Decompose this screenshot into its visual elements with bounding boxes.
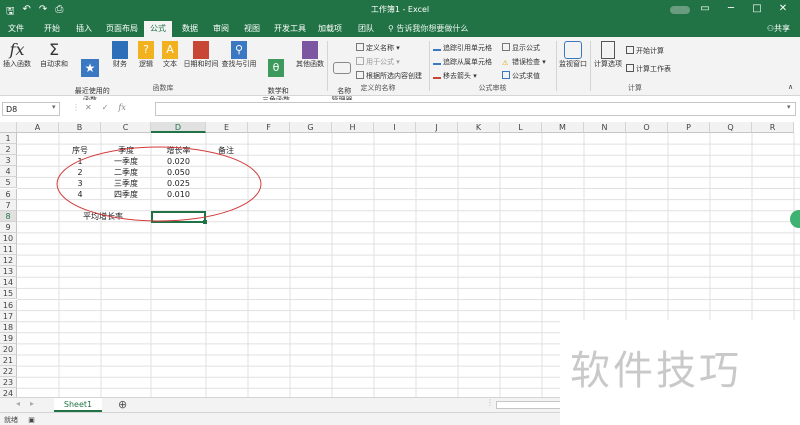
- sheet-tab-sheet1[interactable]: Sheet1: [54, 398, 102, 412]
- theta-book-icon: θ: [268, 59, 284, 77]
- create-from-selection-button[interactable]: 根据所选内容创建: [356, 71, 422, 81]
- group-separator: [590, 41, 591, 91]
- collapse-ribbon-icon[interactable]: ∧: [788, 83, 793, 91]
- book-icon: [112, 41, 128, 59]
- tab-file[interactable]: 文件: [8, 23, 24, 34]
- star-icon: ★: [81, 59, 99, 77]
- tab-developer[interactable]: 开发工具: [274, 23, 306, 34]
- show-formulas-icon: [502, 43, 510, 51]
- cancel-formula-button[interactable]: ✕: [85, 103, 92, 112]
- next-sheet-icon[interactable]: ▸: [30, 399, 34, 408]
- define-name-button[interactable]: 定义名称 ▾: [356, 43, 400, 53]
- fx-icon: fx: [9, 40, 25, 59]
- window-controls: ▭ ─ □ ✕: [692, 3, 796, 14]
- show-formulas-button[interactable]: 显示公式: [502, 43, 540, 53]
- watch-window-button[interactable]: 监视窗口: [557, 41, 589, 69]
- tab-review[interactable]: 审阅: [213, 23, 229, 34]
- sheet-scroll-divider[interactable]: ⋮: [486, 398, 494, 407]
- use-in-formula-button[interactable]: 用于公式 ▾: [356, 57, 400, 67]
- binoculars-icon: [564, 41, 582, 59]
- formula-icon: [356, 57, 364, 65]
- enter-formula-button[interactable]: ✓: [102, 103, 109, 112]
- remove-arrows-icon: [433, 71, 441, 79]
- arrow-precedents-icon: [433, 43, 441, 51]
- minimize-icon[interactable]: ─: [718, 3, 744, 14]
- grid-icon: [356, 71, 364, 79]
- trace-precedents-button[interactable]: 追踪引用单元格: [433, 43, 492, 53]
- sigma-icon: Σ: [48, 40, 60, 59]
- evaluate-icon: [502, 71, 510, 79]
- calendar-icon: [193, 41, 209, 59]
- date-time-button[interactable]: 日期和时间: [182, 41, 220, 69]
- question-book-icon: ?: [138, 41, 154, 59]
- group-label-function-library: 函数库: [152, 84, 174, 92]
- text-button[interactable]: A 文本: [160, 41, 180, 69]
- more-functions-button[interactable]: 其他函数: [294, 41, 326, 69]
- calculator-icon: [601, 41, 615, 59]
- prev-sheet-icon[interactable]: ◂: [16, 399, 20, 408]
- group-label-formula-auditing: 公式审核: [478, 84, 507, 92]
- logical-button[interactable]: ? 逻辑: [136, 41, 156, 69]
- lookup-reference-button[interactable]: ⚲ 查找与引用: [220, 41, 258, 69]
- tab-home[interactable]: 开始: [44, 23, 60, 34]
- tag-icon: [356, 43, 364, 51]
- close-icon[interactable]: ✕: [770, 3, 796, 14]
- formula-input[interactable]: [155, 102, 796, 116]
- tab-page-layout[interactable]: 页面布局: [106, 23, 138, 34]
- share-button[interactable]: ⚇共享: [767, 23, 790, 34]
- ribbon: fx 插入函数 Σ 自动求和 ★ 最近使用的 函数 财务 ? 逻辑 A 文本 日…: [0, 37, 800, 104]
- horizontal-scrollbar[interactable]: [496, 401, 566, 409]
- calculate-sheet-button[interactable]: 计算工作表: [626, 64, 671, 74]
- maximize-icon[interactable]: □: [744, 3, 770, 14]
- calc-sheet-icon: [626, 64, 634, 72]
- formula-bar: D8 ▾ ⋮ ✕ ✓ fx ▾: [0, 100, 800, 118]
- group-label-calculation: 计算: [628, 84, 642, 92]
- text-book-icon: A: [162, 41, 178, 59]
- group-label-defined-names: 定义的名称: [360, 84, 396, 92]
- watermark-text: 软件技巧: [570, 348, 742, 394]
- evaluate-formula-button[interactable]: 公式求值: [502, 71, 540, 81]
- autosum-button[interactable]: Σ 自动求和: [38, 41, 70, 69]
- error-checking-button[interactable]: ⚠ 错误检查 ▾: [502, 57, 546, 67]
- arrow-dependents-icon: [433, 57, 441, 65]
- status-ready: 就绪: [4, 416, 18, 424]
- error-check-icon: ⚠: [502, 59, 509, 67]
- name-box-dropdown-icon[interactable]: ▾: [52, 103, 56, 111]
- macro-record-icon[interactable]: ▣: [28, 416, 35, 424]
- red-ellipse-annotation: [56, 146, 262, 222]
- add-sheet-button[interactable]: ⊕: [118, 398, 127, 411]
- financial-button[interactable]: 财务: [110, 41, 130, 69]
- tab-formulas[interactable]: 公式: [144, 21, 172, 37]
- title-bar: 🖫 ↶ ↷ ⎙ 工作簿1 - Excel ▭ ─ □ ✕: [0, 0, 800, 20]
- tab-team[interactable]: 团队: [358, 23, 374, 34]
- insert-function-button[interactable]: fx 插入函数: [2, 41, 32, 69]
- trace-dependents-button[interactable]: 追踪从属单元格: [433, 57, 492, 67]
- tab-data[interactable]: 数据: [182, 23, 198, 34]
- person-icon: ⚇: [766, 24, 774, 33]
- tab-insert[interactable]: 插入: [76, 23, 92, 34]
- more-books-icon: [302, 41, 318, 59]
- tell-me-box[interactable]: ⚲ 告诉我你想要做什么: [388, 23, 468, 34]
- tab-view[interactable]: 视图: [244, 23, 260, 34]
- tag-icon: [333, 62, 351, 74]
- remove-arrows-button[interactable]: 移去箭头 ▾: [433, 71, 477, 81]
- calculate-now-button[interactable]: 开始计算: [626, 46, 664, 56]
- calc-now-icon: [626, 46, 634, 54]
- calculation-options-button[interactable]: 计算选项: [592, 41, 624, 69]
- insert-function-fx-button[interactable]: fx: [118, 103, 125, 112]
- watermark-overlay: 软件技巧: [560, 320, 800, 425]
- formula-bar-grip-icon: ⋮: [72, 103, 80, 112]
- ribbon-tabs: 文件 开始 插入 页面布局 公式 数据 审阅 视图 开发工具 加载项 团队 ⚲ …: [0, 20, 800, 37]
- tab-addins[interactable]: 加载项: [318, 23, 342, 34]
- expand-formula-bar-icon[interactable]: ▾: [787, 103, 791, 111]
- ribbon-display-icon[interactable]: ▭: [692, 3, 718, 14]
- magnifier-book-icon: ⚲: [231, 41, 247, 59]
- avatar[interactable]: [670, 6, 690, 14]
